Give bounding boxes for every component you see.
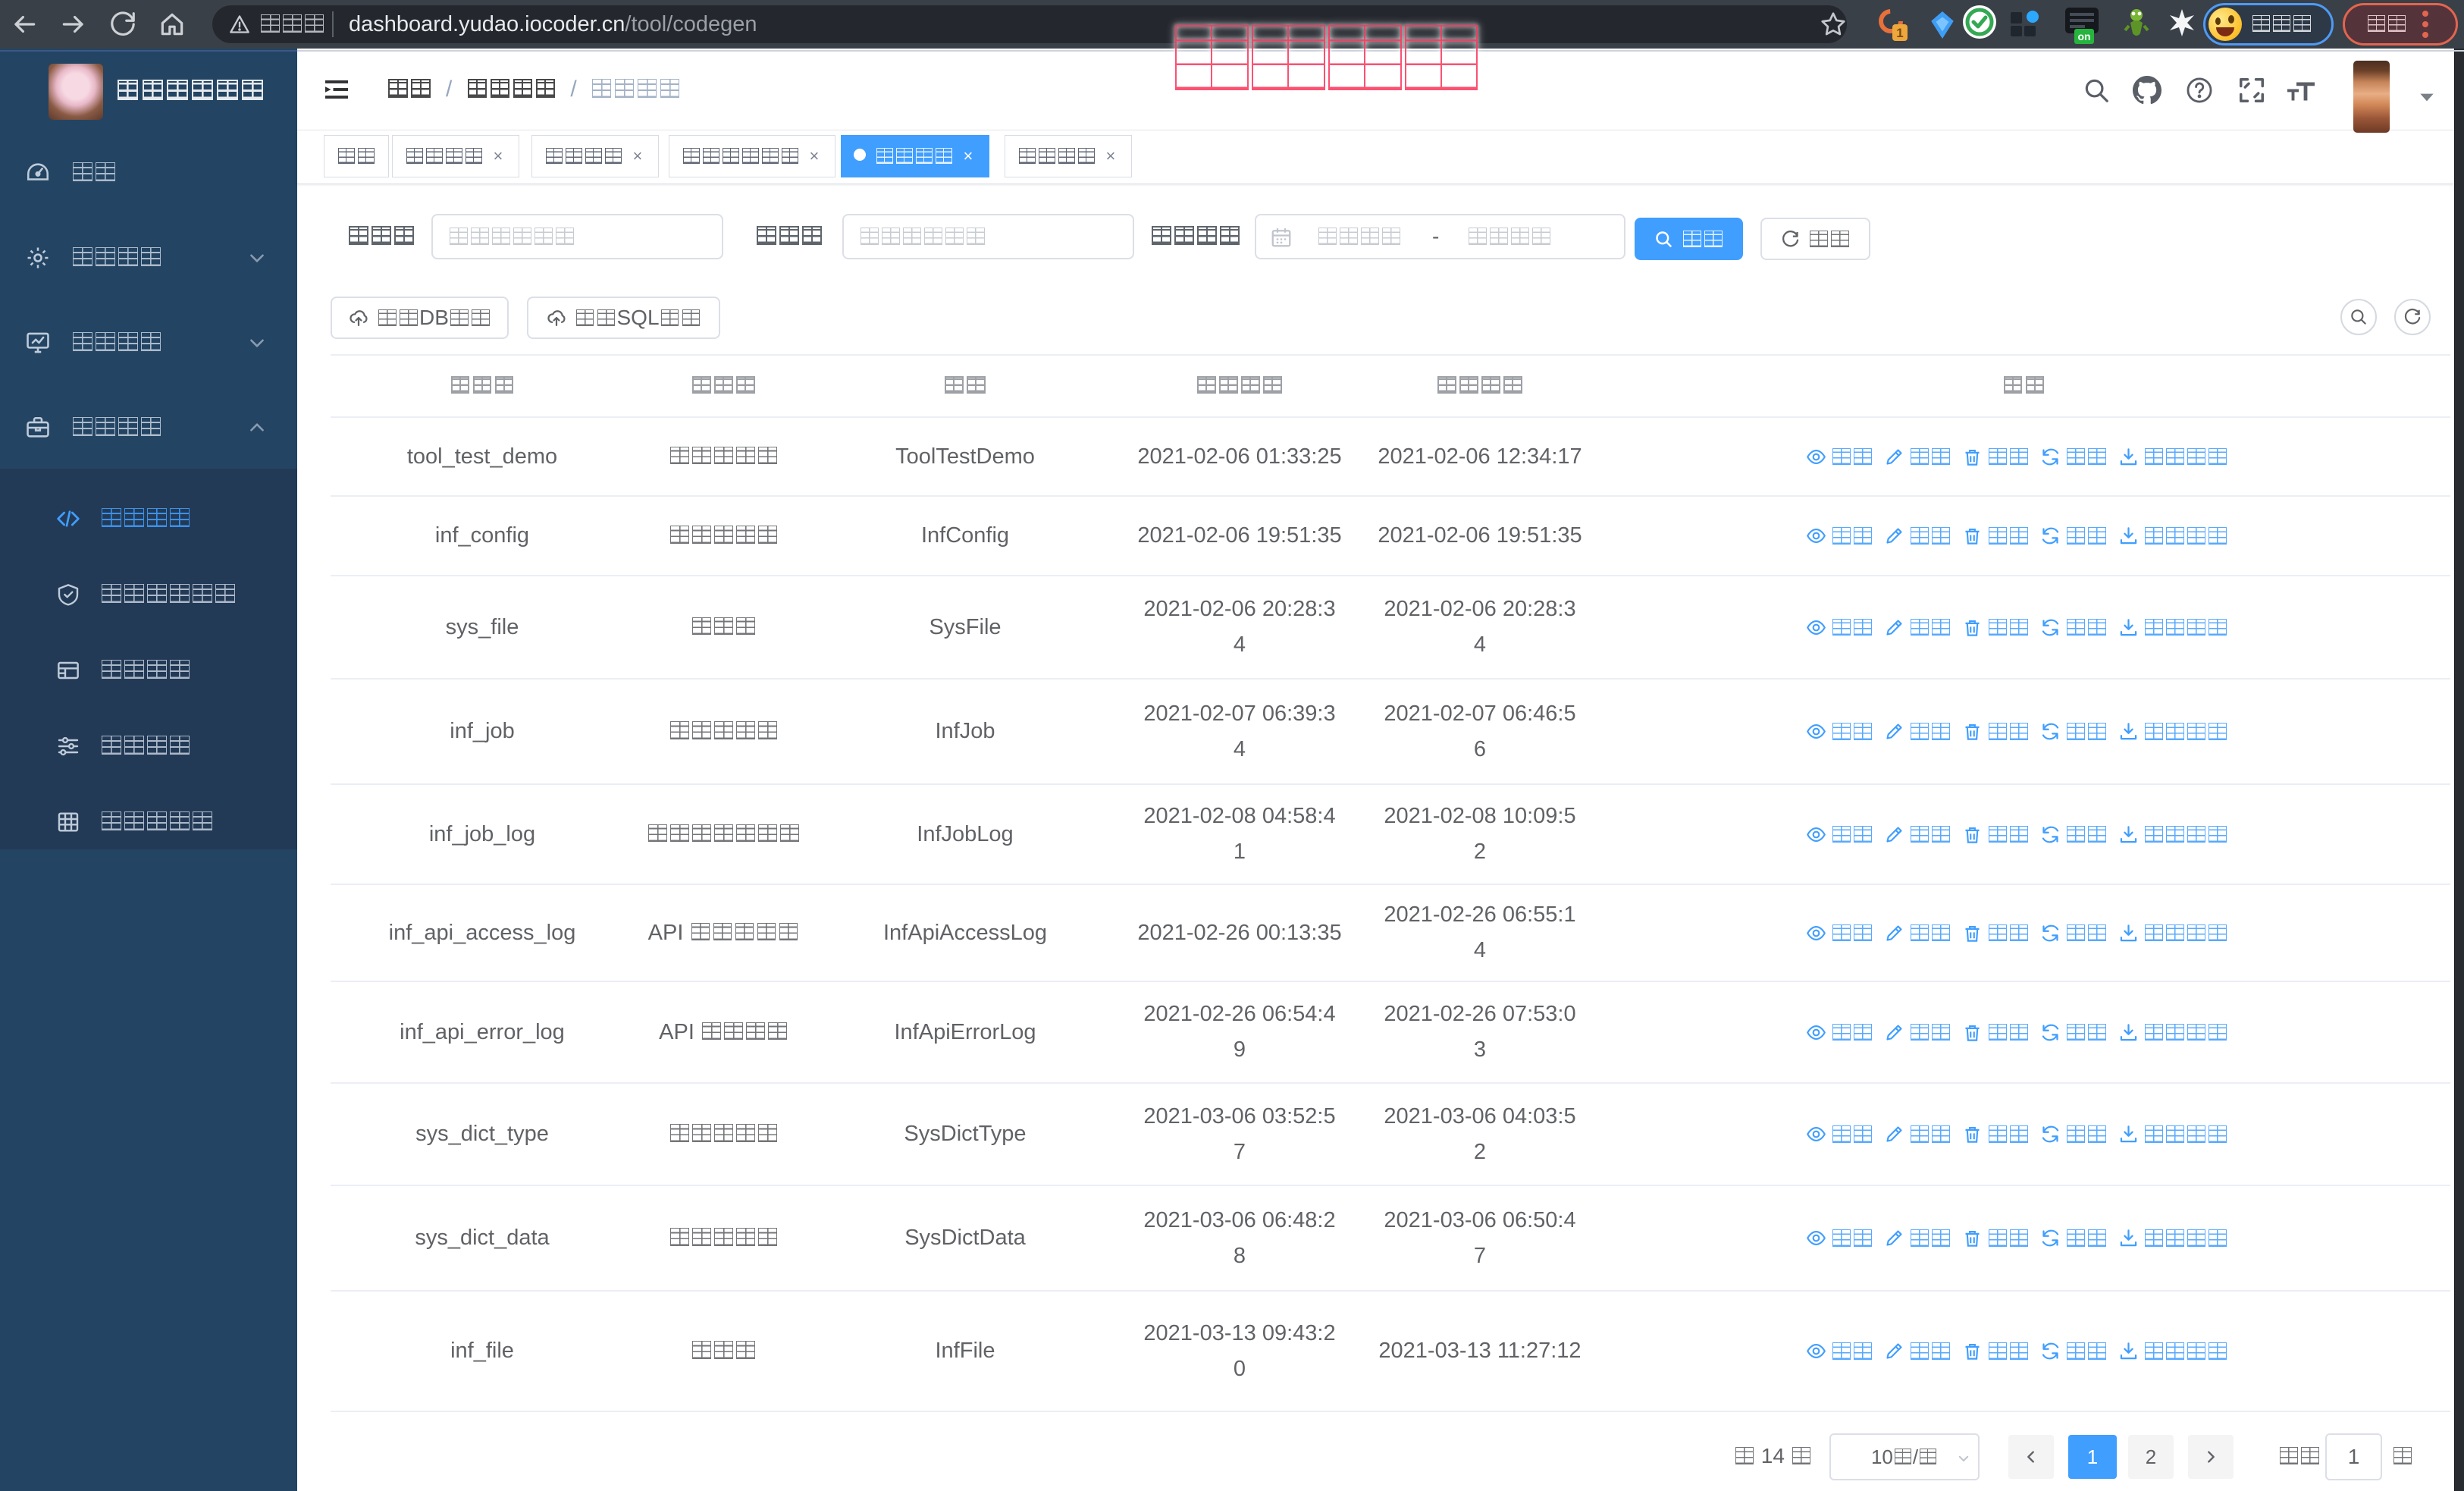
svg-text:on: on: [2077, 30, 2090, 42]
svg-text:1: 1: [1896, 26, 1903, 40]
